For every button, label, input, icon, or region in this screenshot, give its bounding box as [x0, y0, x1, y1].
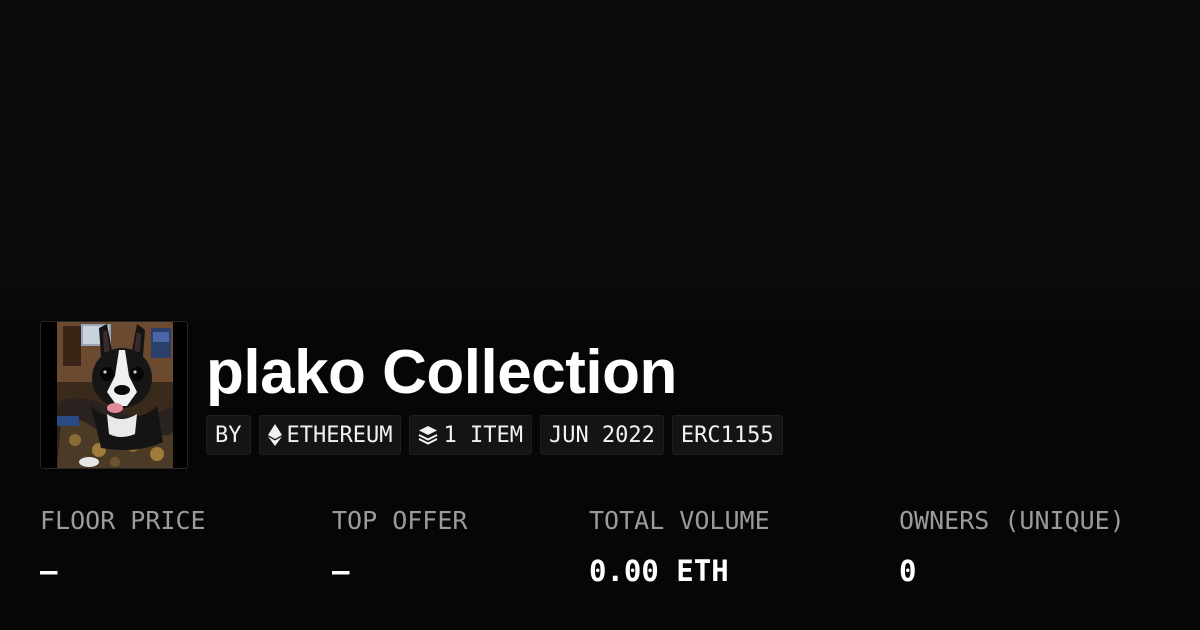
stat-total-volume: TOTAL VOLUME 0.00 ETH [589, 503, 770, 589]
owners-value: 0 [899, 554, 917, 588]
total-volume-label: TOTAL VOLUME [589, 506, 770, 535]
collection-banner [0, 0, 1200, 320]
chain-chip[interactable]: ETHEREUM [258, 415, 402, 455]
stat-top-offer: TOP OFFER — [332, 503, 467, 589]
stat-owners: OWNERS (UNIQUE) 0 [899, 503, 1125, 589]
chain-label: ETHEREUM [286, 422, 393, 448]
items-chip[interactable]: 1 ITEM [409, 415, 532, 455]
ethereum-icon [267, 424, 282, 446]
created-date-chip: JUN 2022 [539, 415, 664, 455]
creator-label: BY [215, 422, 242, 448]
top-offer-label: TOP OFFER [332, 506, 468, 535]
stat-floor-price: FLOOR PRICE — [40, 503, 206, 589]
creator-chip[interactable]: BY [206, 415, 251, 455]
floor-price-value: — [40, 554, 58, 588]
top-offer-value: — [332, 554, 350, 588]
items-label: 1 ITEM [443, 422, 523, 448]
collection-meta-chips: BY ETHEREUM 1 ITEM JUN 2022 ERC1155 [206, 415, 783, 455]
token-standard-label: ERC1155 [680, 422, 774, 448]
created-date-label: JUN 2022 [548, 422, 655, 448]
layers-icon [419, 426, 438, 445]
collection-avatar[interactable] [40, 321, 188, 469]
floor-price-label: FLOOR PRICE [40, 506, 206, 535]
owners-label: OWNERS (UNIQUE) [899, 506, 1125, 535]
collection-title: plako Collection [206, 338, 677, 407]
avatar-dog-image [41, 322, 187, 468]
token-standard-chip: ERC1155 [671, 415, 783, 455]
total-volume-value: 0.00 ETH [589, 554, 729, 588]
